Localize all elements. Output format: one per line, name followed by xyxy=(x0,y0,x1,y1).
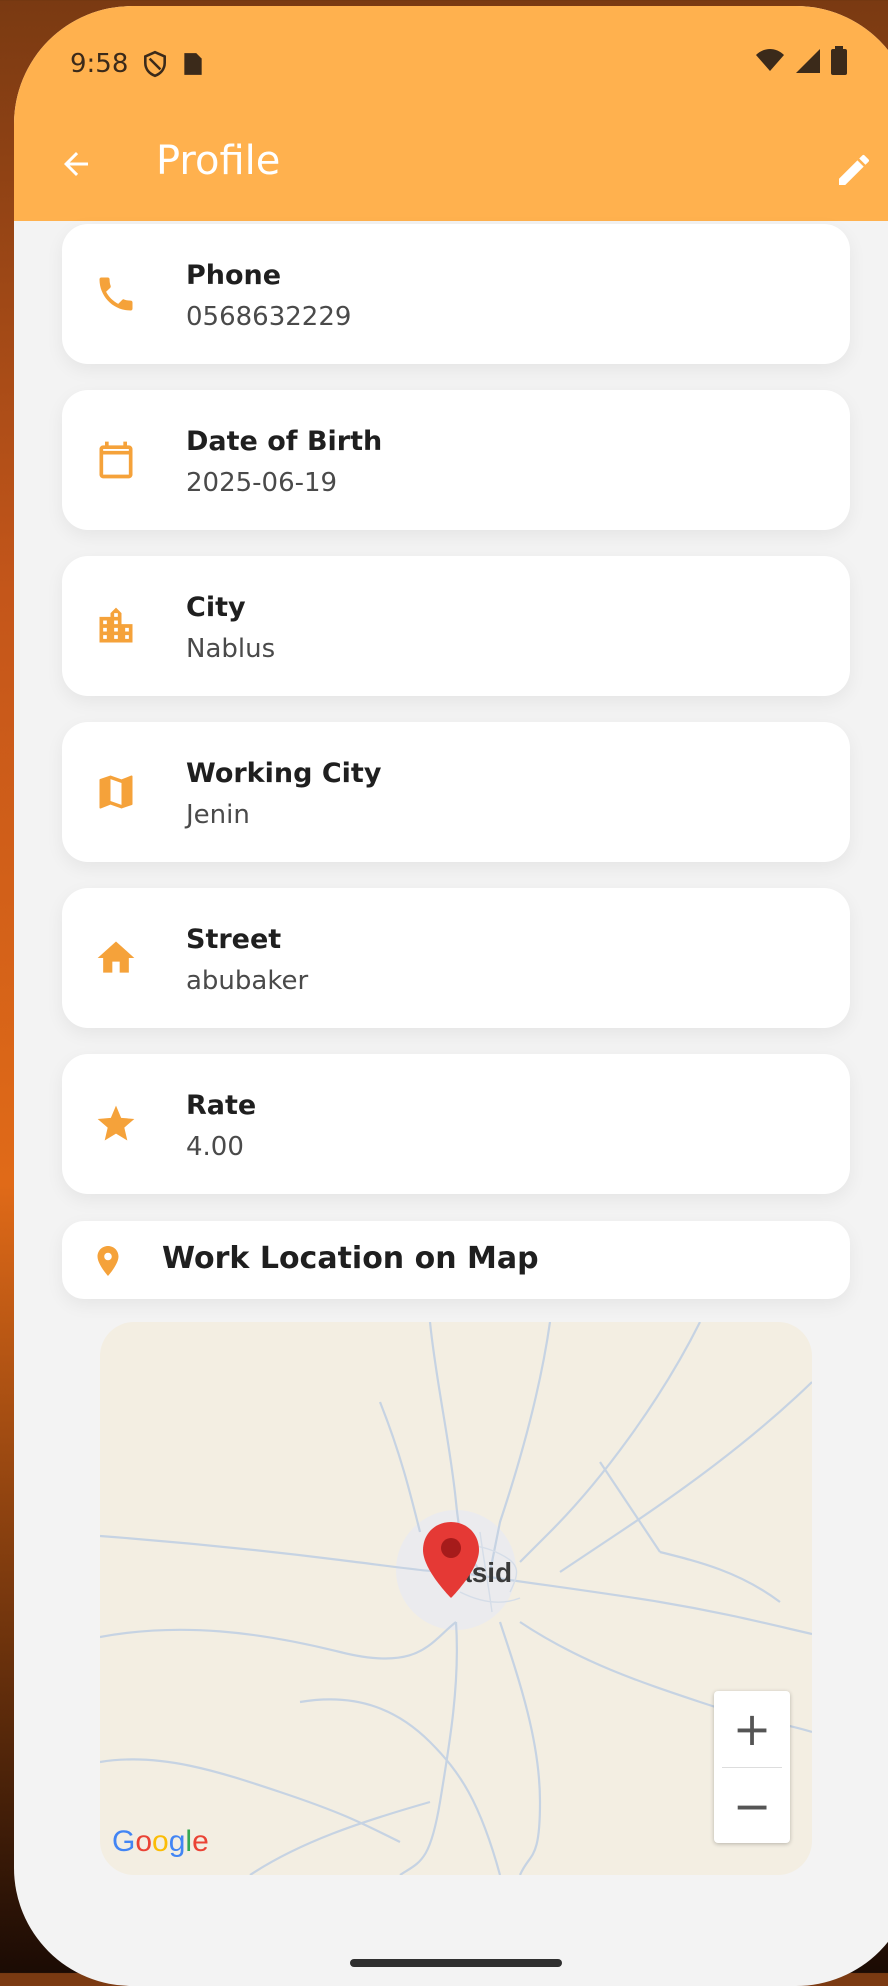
status-bar-left: 9:58 xyxy=(70,46,204,82)
city-icon xyxy=(90,600,142,652)
zoom-controls: + − xyxy=(714,1691,790,1843)
location-pin-icon xyxy=(88,1241,128,1281)
field-label: Phone xyxy=(186,260,282,291)
status-time: 9:58 xyxy=(70,49,129,79)
field-value: Nablus xyxy=(186,634,276,664)
field-label: City xyxy=(186,592,246,623)
profile-card-phone: Phone 0568632229 xyxy=(62,224,850,364)
app-bar xyxy=(14,6,888,221)
section-title: Work Location on Map xyxy=(162,1241,539,1276)
field-value: abubaker xyxy=(186,966,309,996)
map-icon xyxy=(90,766,142,818)
field-label: Date of Birth xyxy=(186,426,383,457)
sim-card-icon xyxy=(182,51,204,77)
zoom-in-button[interactable]: + xyxy=(714,1691,790,1767)
field-value: 0568632229 xyxy=(186,302,352,332)
map-marker-icon[interactable] xyxy=(420,1520,482,1600)
google-logo: Google xyxy=(112,1825,209,1858)
map-view[interactable]: Yasid + − Google xyxy=(100,1322,812,1875)
profile-card-date-of-birth: Date of Birth 2025-06-19 xyxy=(62,390,850,530)
edit-button[interactable] xyxy=(826,142,882,198)
work-location-header: Work Location on Map xyxy=(62,1221,850,1299)
home-indicator xyxy=(350,1959,562,1967)
field-value: Jenin xyxy=(186,800,250,830)
arrow-back-icon xyxy=(64,152,88,176)
profile-card-working-city: Working City Jenin xyxy=(62,722,850,862)
status-bar-right xyxy=(754,46,848,80)
shield-icon xyxy=(142,50,168,78)
edit-icon xyxy=(839,154,869,185)
field-value: 2025-06-19 xyxy=(186,468,338,498)
profile-card-rate: Rate 4.00 xyxy=(62,1054,850,1194)
field-value: 4.00 xyxy=(186,1132,244,1162)
calendar-icon xyxy=(90,434,142,486)
field-label: Street xyxy=(186,924,282,955)
battery-icon xyxy=(830,46,848,80)
profile-card-street: Street abubaker xyxy=(62,888,850,1028)
signal-icon xyxy=(794,47,822,79)
home-icon xyxy=(90,932,142,984)
phone-icon xyxy=(90,268,142,320)
wifi-icon xyxy=(754,47,786,79)
zoom-out-button[interactable]: − xyxy=(714,1768,790,1844)
profile-card-city: City Nablus xyxy=(62,556,850,696)
page-title: Profile xyxy=(156,138,281,184)
phone-frame: 9:58 Profile Phone 0568632229 Date of Bi… xyxy=(14,6,888,1986)
field-label: Rate xyxy=(186,1090,257,1121)
star-icon xyxy=(90,1098,142,1150)
back-button[interactable] xyxy=(48,136,104,192)
field-label: Working City xyxy=(186,758,382,789)
